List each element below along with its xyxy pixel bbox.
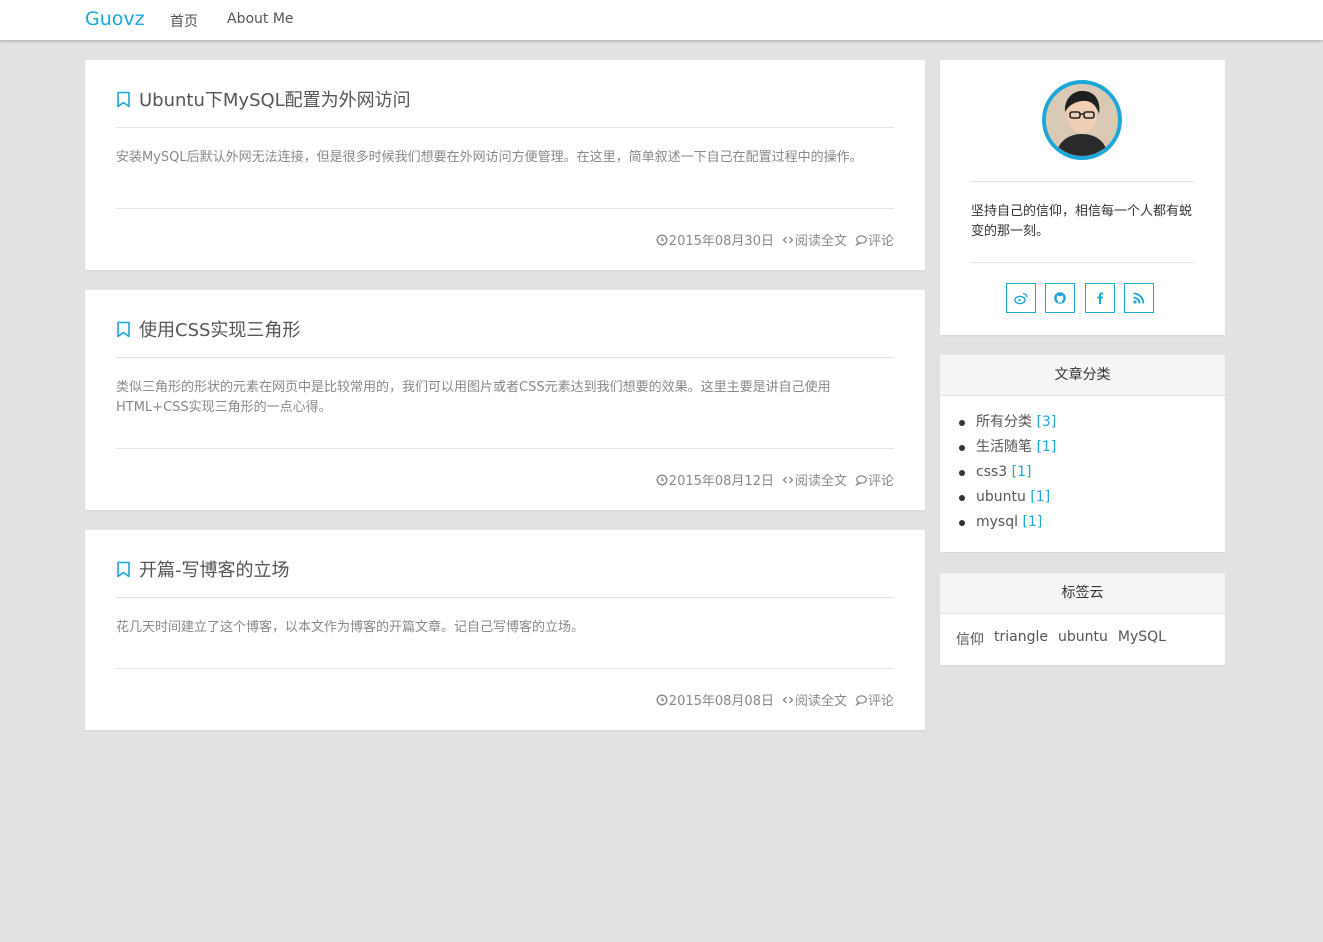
post-excerpt: 花几天时间建立了这个博客，以本文作为博客的开篇文章。记自己写博客的立场。 — [116, 620, 585, 635]
read-more[interactable]: 阅读全文 — [782, 470, 847, 489]
category-count: [1] — [1036, 439, 1057, 455]
tag-cloud-panel: 标签云 信仰 triangle ubuntu MySQL — [940, 573, 1225, 665]
comment-icon — [855, 234, 867, 246]
comment-icon — [855, 694, 867, 706]
post-excerpt: 类似三角形的形状的元素在网页中是比较常用的，我们可以用图片或者CSS元素达到我们… — [116, 380, 831, 415]
read-more-link[interactable]: 阅读全文 — [795, 690, 847, 709]
rss-icon — [1133, 292, 1145, 304]
profile-motto: 坚持自己的信仰，相信每一个人都有蜕变的那一刻。 — [971, 204, 1193, 239]
nav-link-home[interactable]: 首页 — [170, 11, 198, 31]
divider — [116, 668, 894, 669]
avatar-image — [1046, 84, 1118, 156]
read-more-link[interactable]: 阅读全文 — [795, 230, 847, 249]
post-title-row: 使用CSS实现三角形 — [116, 316, 300, 342]
tag-link[interactable]: triangle — [994, 629, 1048, 649]
post-title-link[interactable]: 开篇-写博客的立场 — [139, 556, 290, 582]
bookmark-icon — [117, 321, 130, 337]
category-list: 所有分类 [3] 生活随笔 [1] css3 [1] ubuntu [1] my… — [958, 410, 1057, 535]
post-date-text: 2015年08月08日 — [668, 694, 774, 709]
categories-panel: 文章分类 所有分类 [3] 生活随笔 [1] css3 [1] ubuntu [… — [940, 355, 1225, 552]
divider — [116, 597, 894, 598]
category-item[interactable]: ubuntu [1] — [958, 485, 1056, 510]
code-icon — [782, 476, 794, 483]
read-more[interactable]: 阅读全文 — [782, 230, 847, 249]
category-link[interactable]: 所有分类 — [976, 414, 1032, 430]
category-link[interactable]: 生活随笔 — [976, 439, 1032, 455]
comment-icon — [855, 474, 867, 486]
clock-icon — [656, 693, 668, 706]
github-button[interactable] — [1045, 283, 1075, 313]
read-more[interactable]: 阅读全文 — [782, 690, 847, 709]
category-item[interactable]: 所有分类 [3] — [958, 410, 1057, 435]
tag-link[interactable]: ubuntu — [1058, 629, 1108, 649]
tag-list: 信仰 triangle ubuntu MySQL — [956, 629, 1176, 649]
post-date-text: 2015年08月30日 — [668, 234, 774, 249]
comments[interactable]: 评论 — [855, 230, 894, 249]
post-card: Ubuntu下MySQL配置为外网访问 安装MySQL后默认外网无法连接，但是很… — [85, 60, 925, 270]
clock-icon — [656, 233, 668, 246]
code-icon — [782, 236, 794, 243]
post-excerpt: 安装MySQL后默认外网无法连接，但是很多时候我们想要在外网访问方便管理。在这里… — [116, 150, 863, 165]
post-card: 使用CSS实现三角形 类似三角形的形状的元素在网页中是比较常用的，我们可以用图片… — [85, 290, 925, 510]
post-title-link[interactable]: Ubuntu下MySQL配置为外网访问 — [139, 86, 411, 112]
post-title-row: Ubuntu下MySQL配置为外网访问 — [116, 86, 411, 112]
post-title-row: 开篇-写博客的立场 — [116, 556, 290, 582]
weibo-icon — [1014, 292, 1028, 305]
post-title-link[interactable]: 使用CSS实现三角形 — [139, 316, 300, 342]
category-count: [1] — [1011, 464, 1032, 480]
facebook-icon — [1097, 292, 1104, 304]
category-item[interactable]: mysql [1] — [958, 510, 1056, 535]
tag-link[interactable]: 信仰 — [956, 629, 984, 649]
comments[interactable]: 评论 — [855, 690, 894, 709]
tag-link[interactable]: MySQL — [1118, 629, 1166, 649]
divider — [116, 357, 894, 358]
category-link[interactable]: mysql — [976, 514, 1018, 530]
comments-link[interactable]: 评论 — [868, 230, 894, 249]
category-count: [3] — [1036, 414, 1057, 430]
categories-title: 文章分类 — [940, 355, 1225, 396]
code-icon — [782, 696, 794, 703]
category-item[interactable]: 生活随笔 [1] — [958, 435, 1057, 460]
site-brand-link[interactable]: Guovz — [85, 8, 145, 30]
category-count: [1] — [1022, 514, 1043, 530]
post-date: 2015年08月30日 — [656, 230, 774, 249]
divider — [970, 181, 1194, 182]
tag-cloud-title: 标签云 — [940, 573, 1225, 614]
comments-link[interactable]: 评论 — [868, 690, 894, 709]
comments-link[interactable]: 评论 — [868, 470, 894, 489]
divider — [970, 262, 1194, 263]
post-date: 2015年08月12日 — [656, 470, 774, 489]
post-card: 开篇-写博客的立场 花几天时间建立了这个博客，以本文作为博客的开篇文章。记自己写… — [85, 530, 925, 730]
bookmark-icon — [117, 561, 130, 577]
avatar[interactable] — [1042, 80, 1122, 160]
divider — [116, 208, 894, 209]
weibo-button[interactable] — [1006, 283, 1036, 313]
top-navbar: Guovz 首页 About Me — [0, 0, 1323, 40]
post-meta: 2015年08月30日 阅读全文 评论 — [648, 230, 894, 249]
nav-link-about[interactable]: About Me — [227, 11, 294, 27]
clock-icon — [656, 473, 668, 486]
comments[interactable]: 评论 — [855, 470, 894, 489]
divider — [116, 127, 894, 128]
category-item[interactable]: css3 [1] — [958, 460, 1056, 485]
rss-button[interactable] — [1124, 283, 1154, 313]
facebook-button[interactable] — [1085, 283, 1115, 313]
profile-panel: 坚持自己的信仰，相信每一个人都有蜕变的那一刻。 — [940, 60, 1225, 335]
post-date-text: 2015年08月12日 — [668, 474, 774, 489]
bookmark-icon — [117, 91, 130, 107]
github-icon — [1054, 292, 1066, 304]
post-date: 2015年08月08日 — [656, 690, 774, 709]
post-meta: 2015年08月08日 阅读全文 评论 — [648, 690, 894, 709]
category-count: [1] — [1030, 489, 1051, 505]
read-more-link[interactable]: 阅读全文 — [795, 470, 847, 489]
divider — [116, 448, 894, 449]
category-link[interactable]: css3 — [976, 464, 1007, 480]
post-meta: 2015年08月12日 阅读全文 评论 — [648, 470, 894, 489]
category-link[interactable]: ubuntu — [976, 489, 1026, 505]
